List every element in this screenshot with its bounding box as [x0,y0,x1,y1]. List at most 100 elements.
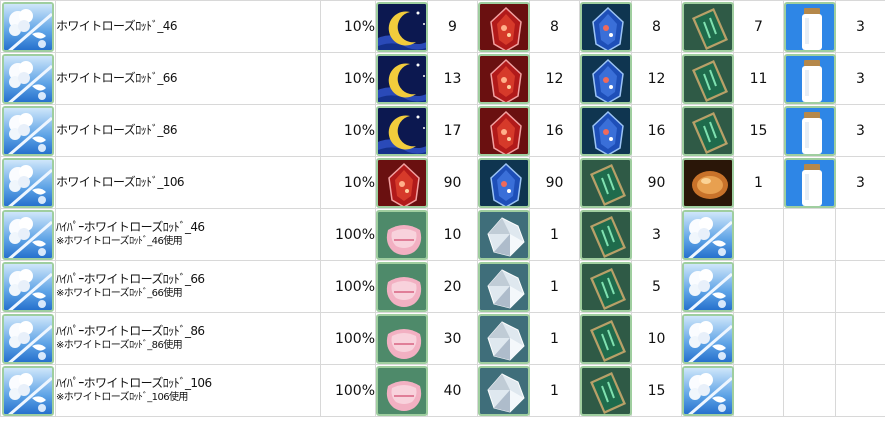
white-rose-rod-icon [2,53,54,104]
material-quantity: 12 [529,52,580,105]
material-quantity: 3 [835,156,885,209]
item-name: ホワイトローズﾛｯﾄﾞ_46 [56,19,177,33]
material-icon-cell [375,312,428,365]
material-quantity: 8 [631,0,682,53]
success-rate: 10% [320,104,376,157]
red-crystal-icon [478,53,530,104]
white-rose-rod-icon [2,365,54,416]
material-quantity: 16 [631,104,682,157]
material-icon-cell [783,364,836,417]
item-name-cell: ホワイトローズﾛｯﾄﾞ_66 [55,52,321,105]
success-rate: 10% [320,156,376,209]
material-quantity: 90 [631,156,682,209]
item-name-cell: ﾊｲﾊﾟｰホワイトローズﾛｯﾄﾞ_106 ※ホワイトローズﾛｯﾄﾞ_106使用 [55,364,321,417]
material-quantity: 1 [733,156,784,209]
material-quantity: 1 [529,364,580,417]
item-note: ※ホワイトローズﾛｯﾄﾞ_106使用 [56,392,188,403]
material-quantity: 17 [427,104,478,157]
success-rate: 100% [320,208,376,261]
item-name-cell: ホワイトローズﾛｯﾄﾞ_86 [55,104,321,157]
material-icon-cell [681,104,734,157]
blue-crystal-icon [580,105,632,156]
material-quantity: 1 [529,208,580,261]
material-quantity: 90 [529,156,580,209]
clear-crystal-icon [478,365,530,416]
white-bottle-icon [784,1,836,52]
recipe-rows: ホワイトローズﾛｯﾄﾞ_46 10% 9 8 8 7 3 ホワイトローズﾛｯﾄﾞ… [0,0,885,417]
blue-crystal-icon [580,53,632,104]
table-row: ﾊｲﾊﾟｰホワイトローズﾛｯﾄﾞ_106 ※ホワイトローズﾛｯﾄﾞ_106使用 10… [0,364,885,417]
crescent-moon-icon [376,105,428,156]
crescent-moon-icon [376,1,428,52]
clear-crystal-icon [478,209,530,260]
pink-gem-icon [376,365,428,416]
table-row: ﾊｲﾊﾟｰホワイトローズﾛｯﾄﾞ_86 ※ホワイトローズﾛｯﾄﾞ_86使用 100%… [0,312,885,365]
material-icon-cell [681,364,734,417]
white-bottle-icon [784,157,836,208]
red-crystal-icon [376,157,428,208]
material-icon-cell [477,104,530,157]
green-card-icon [682,1,734,52]
green-card-icon [580,313,632,364]
material-icon-cell [375,364,428,417]
material-quantity [733,208,784,261]
material-icon-cell [477,260,530,313]
green-card-icon [580,365,632,416]
material-quantity: 30 [427,312,478,365]
material-icon-cell [375,260,428,313]
result-item-cell [0,52,56,105]
material-quantity: 20 [427,260,478,313]
material-icon-cell [681,156,734,209]
material-quantity [733,260,784,313]
material-quantity [835,364,885,417]
white-bottle-icon [784,105,836,156]
success-rate: 100% [320,312,376,365]
clear-crystal-icon [478,313,530,364]
material-quantity: 11 [733,52,784,105]
material-icon-cell [783,52,836,105]
material-quantity: 1 [529,260,580,313]
white-rose-rod-icon [2,209,54,260]
material-quantity: 3 [631,208,682,261]
material-quantity [835,260,885,313]
green-card-icon [682,105,734,156]
material-icon-cell [783,0,836,53]
pink-gem-icon [376,313,428,364]
result-item-cell [0,0,56,53]
item-name: ﾊｲﾊﾟｰホワイトローズﾛｯﾄﾞ_46 [56,220,205,234]
amber-coin-icon [682,157,734,208]
green-card-icon [580,209,632,260]
white-rose-rod-icon [2,313,54,364]
material-quantity [733,364,784,417]
material-icon-cell [783,104,836,157]
crescent-moon-icon [376,53,428,104]
blue-crystal-icon [580,1,632,52]
material-icon-cell [375,208,428,261]
material-icon-cell [783,208,836,261]
item-name: ホワイトローズﾛｯﾄﾞ_66 [56,71,177,85]
item-name-cell: ﾊｲﾊﾟｰホワイトローズﾛｯﾄﾞ_66 ※ホワイトローズﾛｯﾄﾞ_66使用 [55,260,321,313]
material-icon-cell [579,104,632,157]
material-icon-cell [477,312,530,365]
item-note: ※ホワイトローズﾛｯﾄﾞ_86使用 [56,340,183,351]
material-quantity: 90 [427,156,478,209]
success-rate: 100% [320,260,376,313]
success-rate: 10% [320,0,376,53]
table-row: ﾊｲﾊﾟｰホワイトローズﾛｯﾄﾞ_46 ※ホワイトローズﾛｯﾄﾞ_46使用 100%… [0,208,885,261]
material-quantity: 10 [631,312,682,365]
material-icon-cell [579,208,632,261]
success-rate: 100% [320,364,376,417]
green-card-icon [682,53,734,104]
green-card-icon [580,261,632,312]
item-name-cell: ﾊｲﾊﾟｰホワイトローズﾛｯﾄﾞ_86 ※ホワイトローズﾛｯﾄﾞ_86使用 [55,312,321,365]
material-quantity: 9 [427,0,478,53]
material-icon-cell [375,52,428,105]
material-quantity: 3 [835,104,885,157]
material-quantity [835,208,885,261]
material-quantity: 3 [835,52,885,105]
clear-crystal-icon [478,261,530,312]
item-name-cell: ホワイトローズﾛｯﾄﾞ_106 [55,156,321,209]
material-quantity: 13 [427,52,478,105]
item-name-cell: ﾊｲﾊﾟｰホワイトローズﾛｯﾄﾞ_46 ※ホワイトローズﾛｯﾄﾞ_46使用 [55,208,321,261]
material-icon-cell [477,156,530,209]
